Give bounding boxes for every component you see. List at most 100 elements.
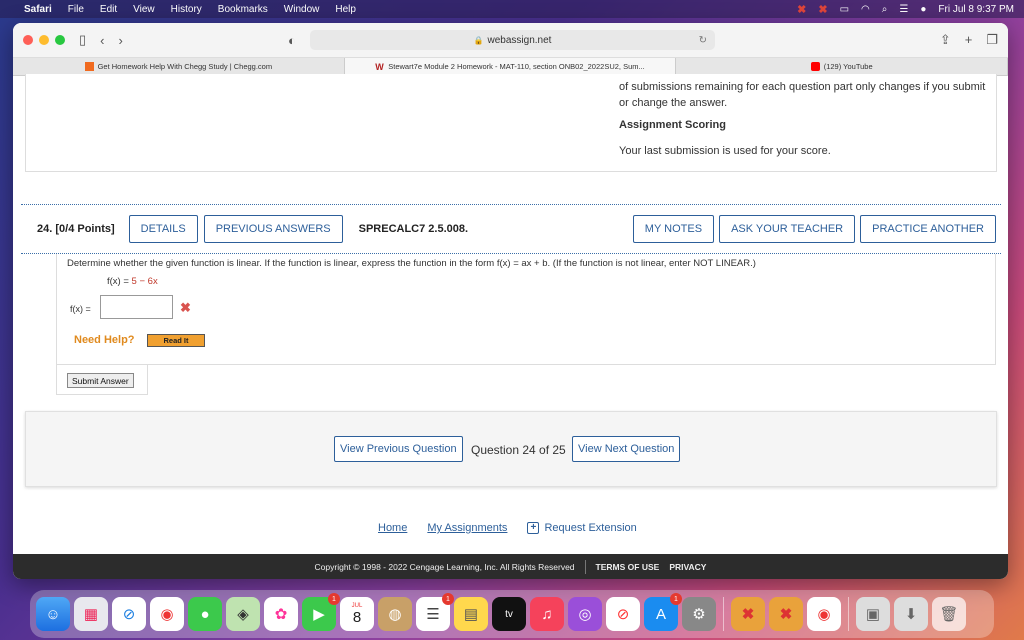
- my-notes-button[interactable]: MY NOTES: [632, 215, 715, 243]
- submit-area: Submit Answer: [56, 365, 148, 395]
- tab-label: Get Homework Help With Chegg Study | Che…: [97, 62, 273, 71]
- tab-chegg[interactable]: Get Homework Help With Chegg Study | Che…: [13, 58, 345, 75]
- music-icon[interactable]: ♫: [530, 597, 564, 631]
- tab-label: (129) YouTube: [823, 62, 873, 71]
- photos-icon[interactable]: ✿: [264, 597, 298, 631]
- wifi-icon[interactable]: ◠: [861, 4, 870, 15]
- notes-icon[interactable]: ▤: [454, 597, 488, 631]
- read-it-button[interactable]: Read It: [147, 334, 205, 347]
- system-preferences-icon[interactable]: ⚙: [682, 597, 716, 631]
- downloads-folder-icon[interactable]: ⬇: [894, 597, 928, 631]
- address-bar[interactable]: 🔒 webassign.net ↻: [310, 30, 715, 50]
- calendar-day: 8: [352, 608, 362, 626]
- reminders-icon[interactable]: ☰ 1: [416, 593, 454, 631]
- plus-icon: +: [527, 522, 540, 534]
- menu-bar: Safari File Edit View History Bookmarks …: [0, 0, 1024, 18]
- menu-app-name[interactable]: Safari: [24, 4, 52, 15]
- window-controls: [23, 35, 65, 45]
- question-counter: Question 24 of 25: [471, 443, 566, 457]
- page-content: of submissions remaining for each questi…: [13, 74, 1008, 579]
- tab-youtube[interactable]: (129) YouTube: [676, 58, 1008, 75]
- messages-icon[interactable]: ●: [188, 597, 222, 631]
- forward-icon[interactable]: ›: [119, 33, 123, 48]
- news-icon[interactable]: ⊘: [606, 597, 640, 631]
- details-button[interactable]: DETAILS: [128, 215, 198, 243]
- previous-answers-button[interactable]: PREVIOUS ANSWERS: [203, 215, 343, 243]
- safari-icon[interactable]: ⊘: [112, 597, 146, 631]
- chrome-dock-icon[interactable]: ◉: [807, 597, 841, 631]
- question-prompt: Determine whether the given function is …: [67, 258, 756, 269]
- facetime-badge: 1: [328, 593, 340, 605]
- answer-input[interactable]: [100, 295, 173, 319]
- tool-x-dock-icon[interactable]: ✖: [769, 597, 803, 631]
- my-assignments-link[interactable]: My Assignments: [427, 522, 507, 534]
- tab-overview-icon[interactable]: ❐: [986, 32, 998, 48]
- back-icon[interactable]: ‹: [100, 33, 104, 48]
- privacy-link[interactable]: PRIVACY: [669, 562, 706, 572]
- tool-x-icon[interactable]: ✖: [797, 3, 806, 16]
- clock[interactable]: Fri Jul 8 9:37 PM: [938, 4, 1014, 15]
- reload-icon[interactable]: ↻: [699, 35, 707, 46]
- menu-edit[interactable]: Edit: [100, 4, 117, 15]
- xcode-tool-icon[interactable]: ✖: [731, 597, 765, 631]
- question-navigation: View Previous Question Question 24 of 25…: [25, 411, 997, 487]
- view-next-question-button[interactable]: View Next Question: [572, 436, 681, 462]
- siri-icon[interactable]: ●: [920, 4, 926, 15]
- menu-file[interactable]: File: [68, 4, 84, 15]
- privacy-shield-icon[interactable]: ◐: [288, 33, 296, 48]
- menu-view[interactable]: View: [133, 4, 155, 15]
- appstore-badge: 1: [670, 593, 682, 605]
- answer-label: f(x) =: [70, 304, 91, 314]
- terms-link[interactable]: TERMS OF USE: [596, 562, 660, 572]
- question-actions: MY NOTES ASK YOUR TEACHER PRACTICE ANOTH…: [632, 215, 1001, 243]
- tab-label: Stewart7e Module 2 Homework - MAT-110, s…: [388, 62, 645, 71]
- menu-history[interactable]: History: [171, 4, 202, 15]
- question-points: [0/4 Points]: [55, 223, 115, 235]
- address-url: webassign.net: [487, 34, 552, 46]
- menu-window[interactable]: Window: [284, 4, 320, 15]
- calendar-icon[interactable]: JUL 8: [340, 597, 374, 631]
- previous-question-card: of submissions remaining for each questi…: [25, 74, 997, 172]
- menu-help[interactable]: Help: [335, 4, 356, 15]
- contacts-icon[interactable]: ◍: [378, 597, 412, 631]
- request-extension-link[interactable]: + Request Extension: [527, 522, 637, 534]
- dock-divider: [723, 597, 724, 631]
- tab-webassign[interactable]: W Stewart7e Module 2 Homework - MAT-110,…: [344, 58, 677, 75]
- zoom-window-button[interactable]: [55, 35, 65, 45]
- control-center-icon[interactable]: ☰: [899, 4, 908, 15]
- new-tab-icon[interactable]: +: [965, 32, 973, 48]
- tool-x2-icon[interactable]: ✖: [818, 3, 827, 16]
- battery-icon[interactable]: ▭: [840, 4, 849, 15]
- scoring-title: Assignment Scoring: [619, 119, 726, 131]
- sidebar-toggle-icon[interactable]: ▯: [79, 32, 86, 48]
- browser-window: ▯ ‹ › ◐ 🔒 webassign.net ↻ ⇪ + ❐ Get Home…: [13, 23, 1008, 579]
- menu-bookmarks[interactable]: Bookmarks: [218, 4, 268, 15]
- facetime-icon[interactable]: ▶ 1: [302, 593, 340, 631]
- ask-teacher-button[interactable]: ASK YOUR TEACHER: [719, 215, 856, 243]
- need-help-label: Need Help?: [74, 334, 135, 346]
- reminders-badge: 1: [442, 593, 454, 605]
- share-icon[interactable]: ⇪: [940, 32, 951, 48]
- app-store-icon[interactable]: A1: [644, 593, 682, 631]
- trash-icon[interactable]: 🗑: [932, 597, 966, 631]
- view-previous-question-button[interactable]: View Previous Question: [334, 436, 463, 462]
- minimize-window-button[interactable]: [39, 35, 49, 45]
- finder-icon[interactable]: ☺: [36, 597, 70, 631]
- footer-links: Home My Assignments + Request Extension: [378, 522, 637, 534]
- submit-answer-button[interactable]: Submit Answer: [67, 373, 134, 388]
- apple-tv-icon[interactable]: tv: [492, 597, 526, 631]
- webassign-icon: W: [375, 62, 384, 72]
- practice-another-button[interactable]: PRACTICE ANOTHER: [860, 215, 996, 243]
- spotlight-icon[interactable]: ⌕: [882, 4, 888, 15]
- screenshot-folder-icon[interactable]: ▣: [856, 597, 890, 631]
- question-body: Determine whether the given function is …: [56, 254, 996, 365]
- dock: ☺ ▦ ⊘ ◉ ● ◈ ✿ ▶ 1 JUL 8 ◍ ☰ 1 ▤ tv ♫ ◎ ⊘ A…: [30, 590, 994, 638]
- given-function: f(x) = 5 − 6x: [107, 276, 158, 287]
- maps-icon[interactable]: ◈: [226, 597, 260, 631]
- podcasts-icon[interactable]: ◎: [568, 597, 602, 631]
- home-link[interactable]: Home: [378, 522, 407, 534]
- chrome-icon[interactable]: ◉: [150, 597, 184, 631]
- launchpad-icon[interactable]: ▦: [74, 597, 108, 631]
- toolbar-right: ⇪ + ❐: [940, 32, 998, 48]
- close-window-button[interactable]: [23, 35, 33, 45]
